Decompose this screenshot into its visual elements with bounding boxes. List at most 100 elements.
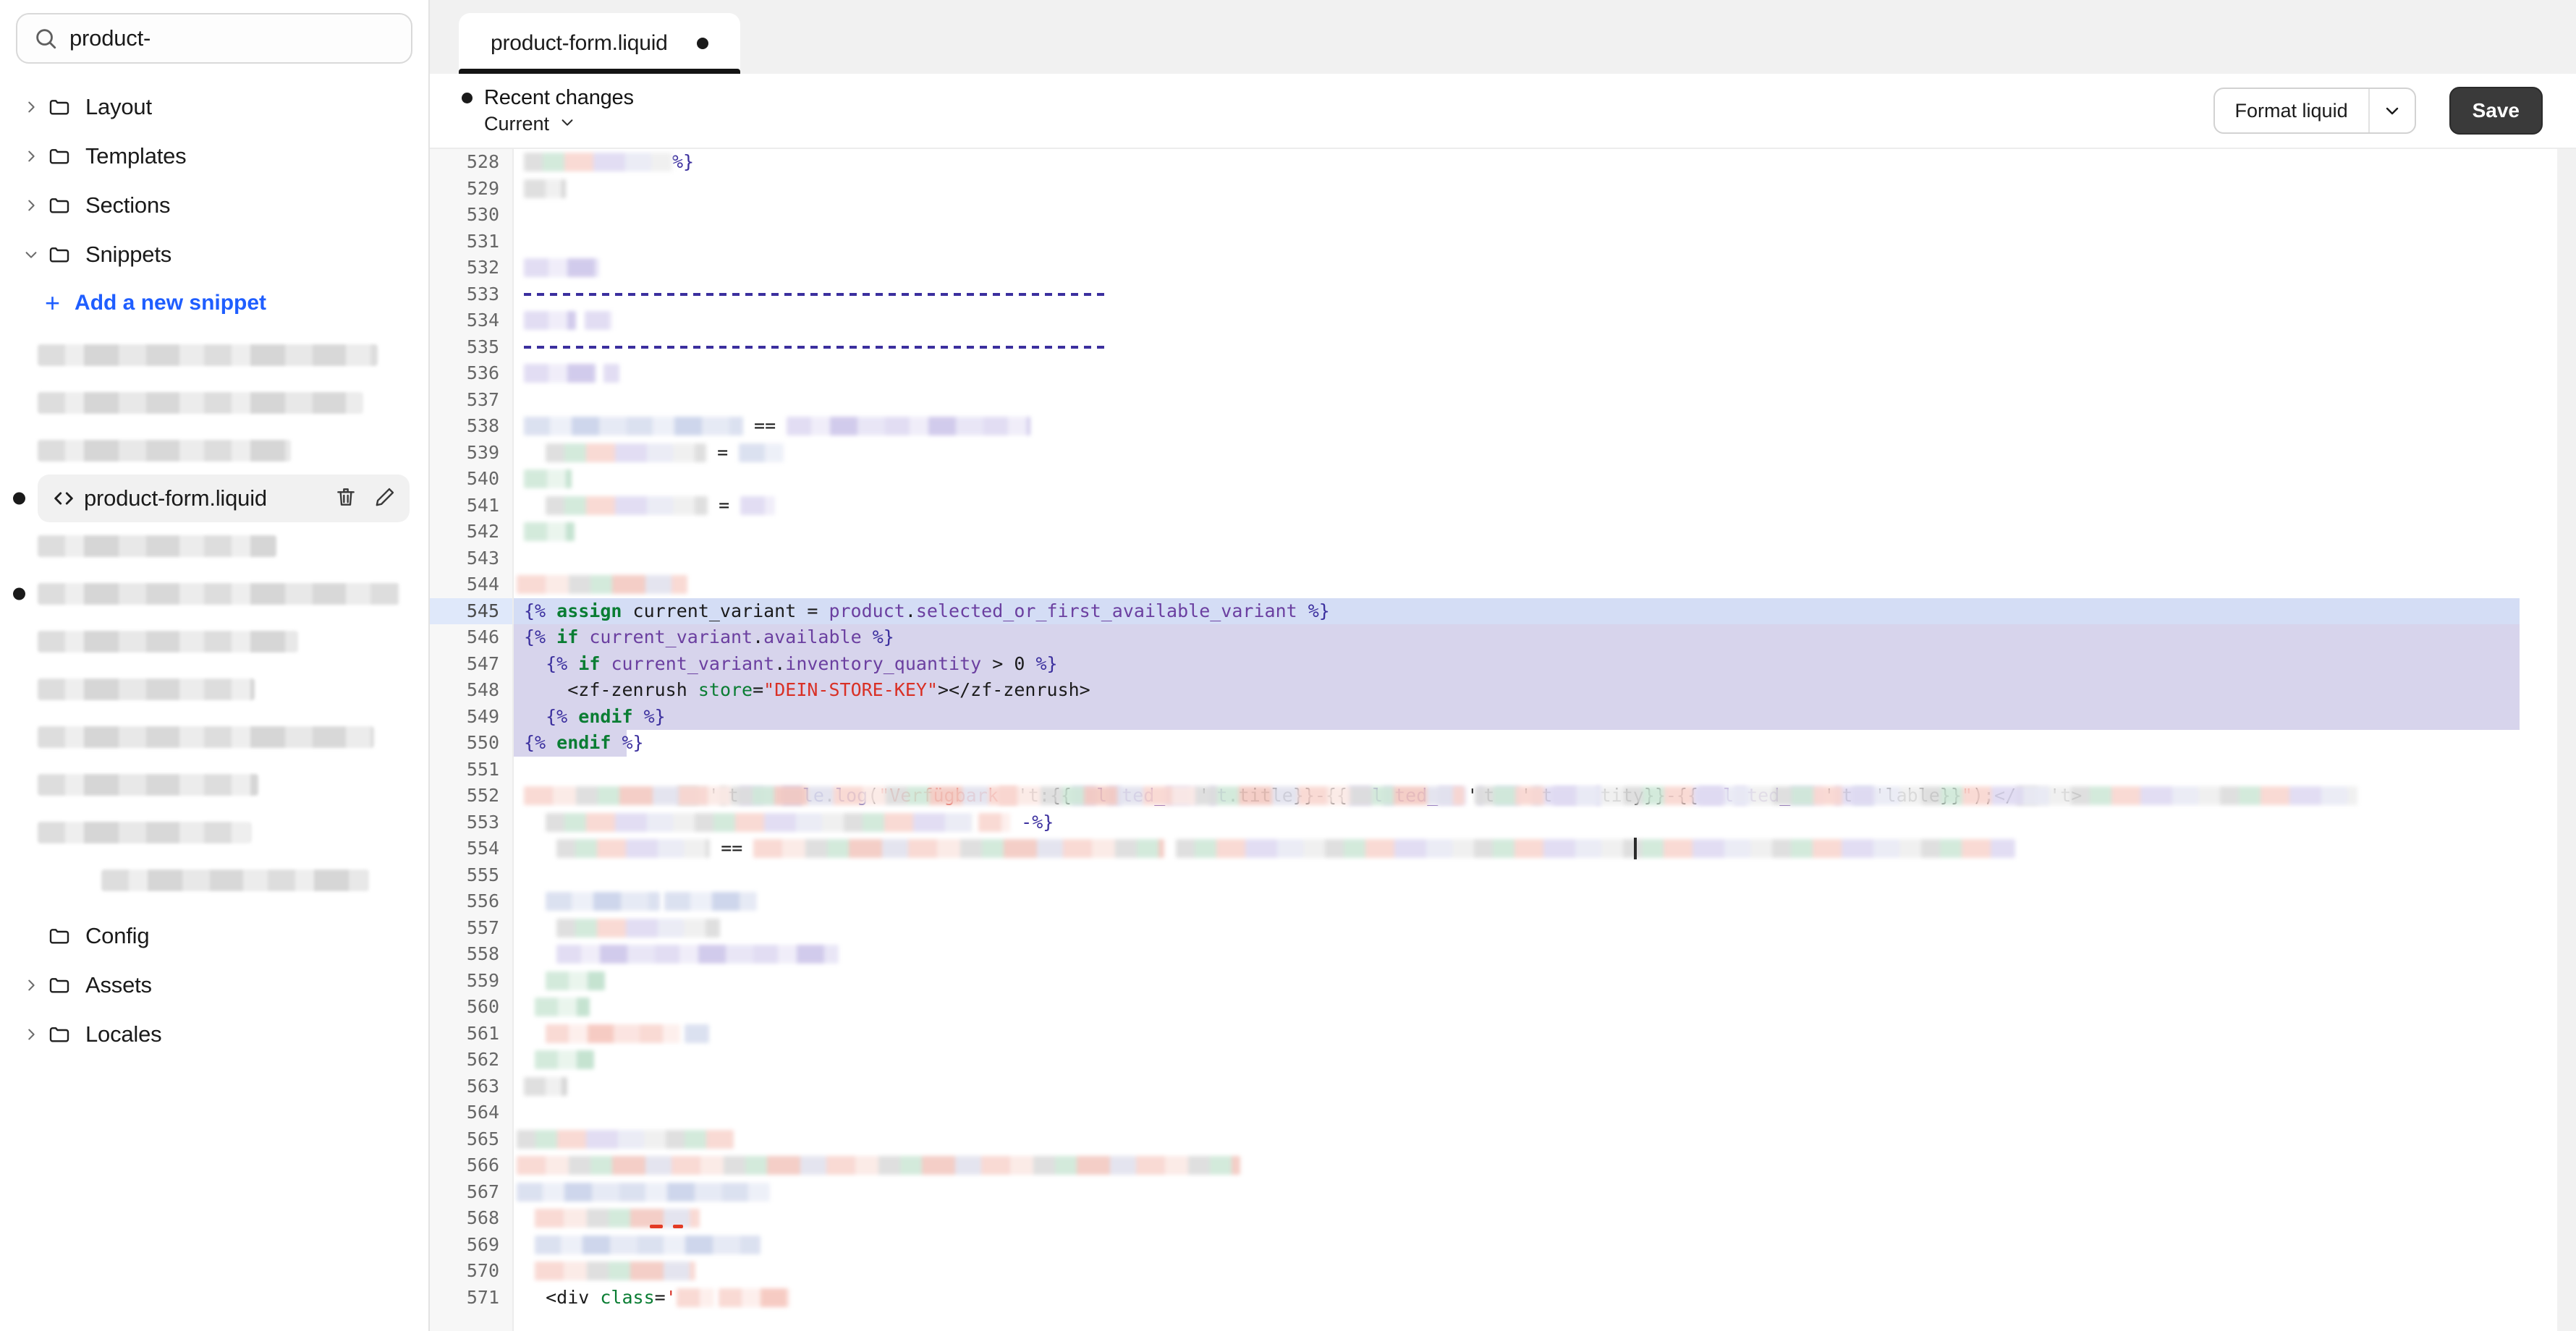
list-item[interactable] [38,379,428,427]
version-selector[interactable]: Current [462,113,634,135]
list-item[interactable] [38,809,428,856]
code-line[interactable] [514,994,2576,1021]
chevron-placeholder-icon [14,925,48,947]
code-line-text: {% endif %} [524,732,644,753]
list-item[interactable] [38,427,428,475]
code-line[interactable] [514,1126,2576,1153]
chevron-down-icon[interactable] [14,244,48,265]
plus-icon: + [45,288,61,318]
chevron-right-icon[interactable] [14,974,48,996]
pencil-icon[interactable] [373,485,397,512]
line-number: 558 [466,943,499,964]
code-line[interactable] [514,783,2576,809]
file-tree-sidebar: product- Layout Templates Sections Snipp… [0,0,430,1331]
code-line[interactable]: -%} [514,809,2576,836]
list-item[interactable] [101,856,428,904]
code-line-active[interactable]: {% assign current_variant = product.sele… [514,598,2576,624]
chevron-down-icon[interactable] [2370,89,2415,132]
code-line[interactable]: {% if current_variant.available %} [514,624,2576,651]
redacted-code [517,1156,1240,1175]
code-line [514,255,2576,281]
code-line[interactable] [514,888,2576,915]
chevron-right-icon[interactable] [14,1024,48,1045]
code-line[interactable] [514,968,2576,995]
code-line[interactable] [514,915,2576,942]
redacted-code [1176,839,2016,858]
format-liquid-label: Format liquid [2234,99,2348,122]
recent-changes-dot [462,93,473,103]
line-number: 534 [466,310,499,331]
code-line[interactable] [514,1232,2576,1259]
redacted-code [556,945,839,964]
code-content[interactable]: %} == = = {% assign current_variant = pr… [514,149,2576,1331]
add-new-snippet-label: Add a new snippet [75,291,267,315]
toolbar-left: Recent changes Current [462,86,634,135]
format-liquid-button[interactable]: Format liquid [2213,88,2416,134]
code-line[interactable]: == [514,835,2576,862]
editor-scrollbar[interactable] [2557,149,2576,1331]
code-line[interactable] [514,1205,2576,1232]
sidebar-item-snippets[interactable]: Snippets [0,230,428,279]
code-line[interactable]: {% endif %} [514,703,2576,730]
list-item[interactable] [38,713,428,761]
redacted-code [753,839,1165,858]
editor-panel: Recent changes Current Format liquid Sav… [430,74,2576,1331]
trash-icon[interactable] [334,485,357,512]
redacted-filename [38,535,276,557]
code-line[interactable] [514,1152,2576,1179]
save-button[interactable]: Save [2449,87,2543,135]
chevron-right-icon[interactable] [14,195,48,216]
sidebar-item-templates[interactable]: Templates [0,132,428,181]
sidebar-item-label: Layout [85,94,152,119]
sidebar-item-locales[interactable]: Locales [0,1010,428,1059]
code-line[interactable] [514,1073,2576,1100]
tab-product-form-liquid[interactable]: product-form.liquid [459,13,740,74]
chevron-right-icon[interactable] [14,96,48,118]
line-number-gutter: 528 529 530 531 532 533 534 535 536 537 … [430,149,514,1331]
sidebar-item-label: Sections [85,192,171,218]
add-new-snippet-button[interactable]: + Add a new snippet [0,279,428,327]
code-line[interactable] [514,941,2576,968]
sidebar-item-sections[interactable]: Sections [0,181,428,230]
code-editor[interactable]: 528 529 530 531 532 533 534 535 536 537 … [430,149,2576,1331]
list-item[interactable] [38,522,428,570]
sidebar-item-assets[interactable]: Assets [0,961,428,1010]
line-number: 531 [466,230,499,252]
list-item[interactable] [38,761,428,809]
redacted-filename [38,679,255,700]
redacted-code [685,1024,710,1043]
search-input[interactable]: product- [16,13,412,64]
line-number: 570 [466,1260,499,1281]
folder-icon [48,145,85,168]
code-line[interactable] [514,1258,2576,1285]
redacted-filename [38,344,378,366]
code-line[interactable] [514,1047,2576,1073]
code-line [514,334,2576,361]
sidebar-item-layout[interactable]: Layout [0,82,428,132]
chevron-right-icon[interactable] [14,145,48,167]
code-line[interactable] [514,1021,2576,1047]
line-number: 538 [466,415,499,436]
line-number: 546 [466,626,499,647]
redacted-code [718,1288,789,1307]
list-item[interactable] [38,666,428,713]
list-item[interactable] [38,331,428,379]
code-line[interactable]: {% endif %} [514,730,2576,757]
line-number: 552 [466,785,499,806]
list-item[interactable] [13,570,428,618]
redacted-code [740,496,776,515]
code-line-text: {% if current_variant.available %} [524,626,894,647]
redacted-code [535,1050,595,1069]
code-line[interactable]: 'tle.log("Verfügbark't:{{lted_'t.title}}… [514,757,2576,806]
list-item[interactable] [38,618,428,666]
code-line[interactable]: {% if current_variant.inventory_quantity… [514,650,2576,677]
redacted-code [517,575,687,594]
code-line[interactable]: <div class=' [514,1285,2576,1311]
code-line[interactable] [514,1179,2576,1206]
line-number: 549 [466,705,499,727]
sidebar-item-config[interactable]: Config [0,911,428,961]
redacted-code [739,443,784,462]
code-line[interactable]: <zf-zenrush store="DEIN-STORE-KEY"></zf-… [514,677,2576,704]
list-item-product-form-liquid[interactable]: product-form.liquid [13,475,410,522]
